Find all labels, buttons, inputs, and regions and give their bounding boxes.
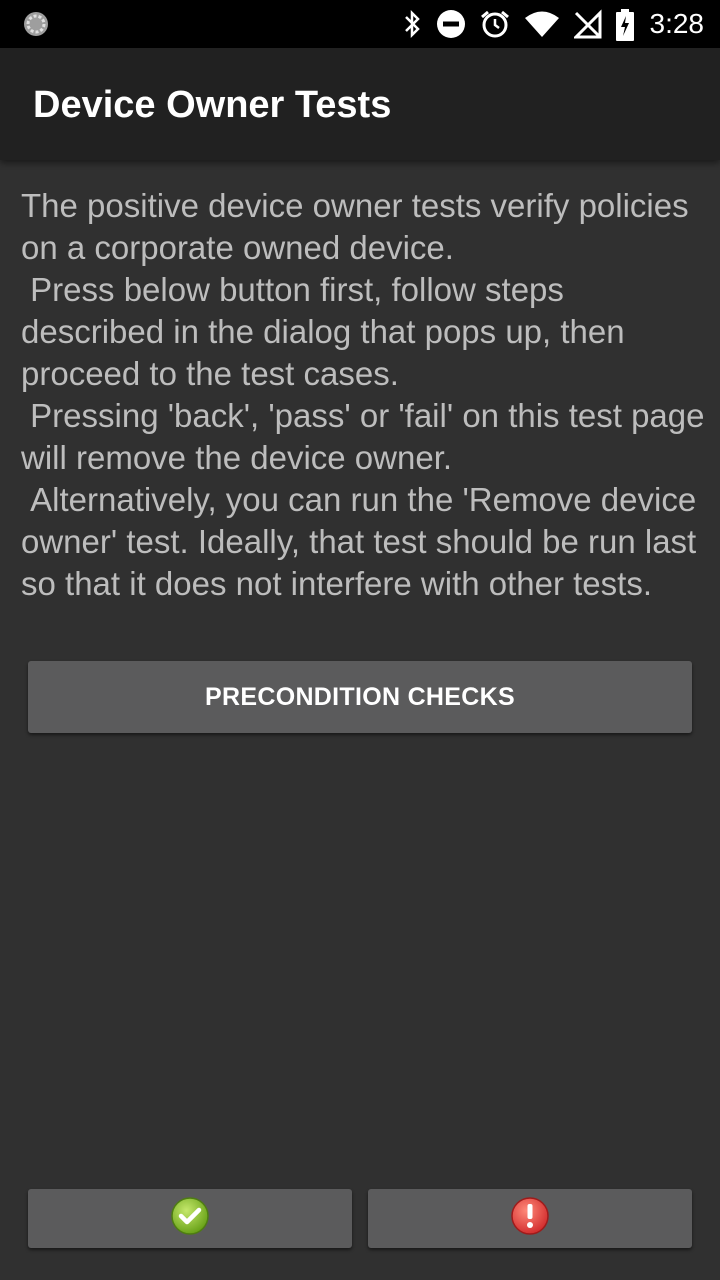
status-bar: 3:28: [0, 0, 720, 48]
instructions-text: The positive device owner tests verify p…: [21, 187, 705, 602]
app-bar: Device Owner Tests: [0, 48, 720, 160]
page-title: Device Owner Tests: [33, 84, 392, 126]
wifi-icon: [524, 9, 560, 39]
bluetooth-icon: [402, 9, 422, 39]
precondition-checks-button-label: PRECONDITION CHECKS: [205, 682, 515, 711]
fail-button[interactable]: [368, 1189, 692, 1248]
precondition-checks-button[interactable]: PRECONDITION CHECKS: [28, 661, 692, 733]
sync-progress-icon: [22, 10, 50, 38]
pass-button[interactable]: [28, 1189, 352, 1248]
no-sim-icon: [571, 9, 602, 39]
checkmark-icon: [170, 1196, 210, 1241]
status-icons: 3:28: [388, 0, 705, 48]
alarm-icon: [480, 9, 510, 39]
status-time: 3:28: [649, 8, 705, 39]
battery-charging-icon: [615, 9, 634, 41]
do-not-disturb-icon: [436, 9, 466, 39]
exclamation-icon: [510, 1196, 550, 1241]
